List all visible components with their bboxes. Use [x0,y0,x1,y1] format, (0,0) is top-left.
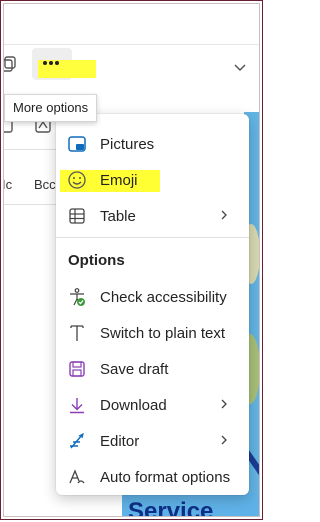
menu-item-switch-plain-text[interactable]: Switch to plain text [56,316,249,350]
menu-item-pictures[interactable]: Pictures [56,127,249,161]
more-options-menu: Pictures Emoji Table Options Check acces… [56,114,249,495]
window-frame: Ic Bcc Service More options Pictures Emo… [0,0,263,520]
menu-item-label: Switch to plain text [100,325,226,342]
table-icon [69,208,85,224]
chevron-right-icon [221,399,227,409]
accessibility-check-icon [70,288,85,306]
save-icon [69,361,85,377]
editor-icon [70,432,84,449]
window-content: Ic Bcc Service More options Pictures Emo… [3,3,260,517]
menu-item-check-accessibility[interactable]: Check accessibility [56,280,249,314]
bcc-button[interactable]: Bcc [34,177,56,192]
menu-section-heading: Options [68,252,125,269]
promo-text: Service [122,493,259,516]
plain-text-icon [70,325,84,341]
menu-item-label: Check accessibility [100,289,227,306]
menu-item-label: Save draft [100,361,169,378]
copy-icon[interactable] [3,55,18,75]
menu-item-label: Pictures [100,136,155,153]
divider [4,204,64,205]
menu-item-label: Auto format options [100,469,231,486]
menu-separator [56,237,249,238]
menu-item-emoji[interactable]: Emoji [56,163,249,197]
menu-item-save-draft[interactable]: Save draft [56,352,249,386]
menu-item-label: Emoji [100,172,138,189]
chevron-right-icon [221,435,227,445]
menu-item-label: Editor [100,433,140,450]
emoji-icon [68,171,86,189]
chevron-right-icon [221,210,227,220]
menu-item-editor[interactable]: Editor [56,424,249,458]
menu-item-table[interactable]: Table [56,199,249,233]
menu-item-label: Download [100,397,167,414]
pictures-icon [68,136,86,152]
more-options-tooltip: More options [4,94,98,122]
menu-item-auto-format-options[interactable]: Auto format options [56,460,249,494]
menu-item-download[interactable]: Download [56,388,249,422]
ellipsis-icon[interactable] [42,60,60,66]
chevron-down-icon[interactable] [234,64,246,72]
menu-item-label: Table [100,208,136,225]
field-label-fragment: Ic [3,177,13,192]
divider [4,149,64,150]
download-icon [70,398,84,414]
auto-format-icon [69,469,85,484]
